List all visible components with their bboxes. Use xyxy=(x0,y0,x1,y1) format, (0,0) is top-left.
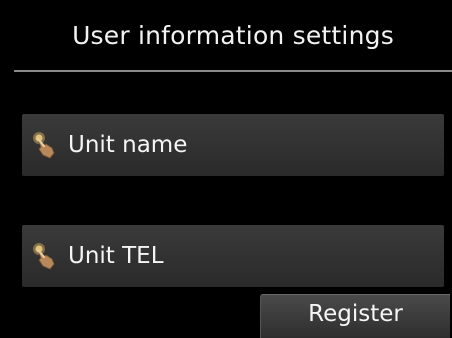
hand-pointer-icon xyxy=(30,240,62,272)
register-button-label: Register xyxy=(308,300,403,327)
menu-item-unit-tel[interactable]: Unit TEL xyxy=(22,225,444,287)
settings-screen: User information settings Unit name Unit… xyxy=(0,0,452,338)
hand-pointer-icon xyxy=(30,129,62,161)
register-button[interactable]: Register xyxy=(260,294,450,338)
menu-item-unit-name[interactable]: Unit name xyxy=(22,114,444,176)
menu-item-label: Unit name xyxy=(68,132,188,158)
menu-item-label: Unit TEL xyxy=(68,243,164,269)
page-title: User information settings xyxy=(72,20,394,50)
title-bar: User information settings xyxy=(14,0,452,72)
